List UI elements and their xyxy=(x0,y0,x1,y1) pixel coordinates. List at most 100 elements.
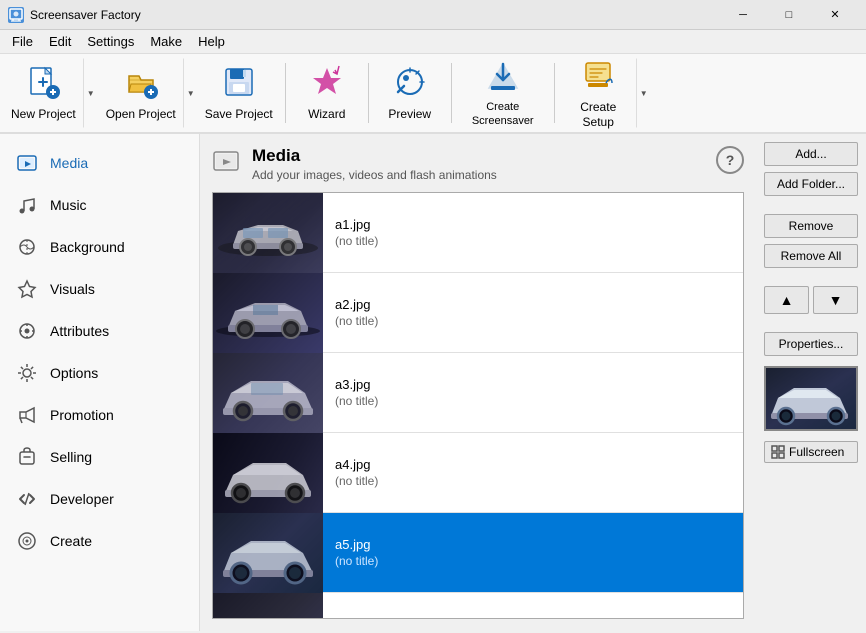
sidebar-item-developer[interactable]: Developer xyxy=(0,478,199,520)
list-item[interactable]: a4.jpg (no title) xyxy=(213,433,743,513)
create-screensaver-icon xyxy=(485,58,521,97)
titlebar-left: Screensaver Factory xyxy=(8,7,141,23)
sidebar-item-options[interactable]: Options xyxy=(0,352,199,394)
minimize-button[interactable]: ─ xyxy=(720,0,766,30)
titlebar: Screensaver Factory ─ □ ✕ xyxy=(0,0,866,30)
add-folder-button[interactable]: Add Folder... xyxy=(764,172,858,196)
sidebar-item-music[interactable]: Music xyxy=(0,184,199,226)
right-panel: Add... Add Folder... Remove Remove All ▲… xyxy=(756,134,866,631)
app-icon xyxy=(8,7,24,23)
create-setup-icon xyxy=(580,57,616,96)
developer-icon xyxy=(16,488,38,510)
panel-separator-3 xyxy=(764,320,858,326)
menu-edit[interactable]: Edit xyxy=(41,32,79,51)
wizard-button[interactable]: Wizard xyxy=(292,58,362,128)
sidebar-item-attributes[interactable]: Attributes xyxy=(0,310,199,352)
fullscreen-button[interactable]: Fullscreen xyxy=(764,441,858,463)
save-project-button[interactable]: Save Project xyxy=(199,58,279,128)
main-layout: Media Music Background xyxy=(0,134,866,631)
sidebar-item-media[interactable]: Media xyxy=(0,142,199,184)
create-setup-dropdown[interactable]: ▼ xyxy=(636,58,650,128)
preview-thumbnail xyxy=(764,366,858,431)
open-project-group: Open Project ▼ xyxy=(99,58,197,128)
new-project-group: New Project ▼ xyxy=(4,58,97,128)
file-thumbnail xyxy=(213,433,323,513)
file-thumbnail xyxy=(213,593,323,620)
file-thumbnail xyxy=(213,193,323,273)
sidebar-item-visuals[interactable]: Visuals xyxy=(0,268,199,310)
file-info: a1.jpg (no title) xyxy=(323,209,735,256)
sidebar-visuals-label: Visuals xyxy=(50,281,95,297)
sidebar-item-promotion[interactable]: Promotion xyxy=(0,394,199,436)
file-name: a6.jpg xyxy=(335,617,723,619)
menu-settings[interactable]: Settings xyxy=(79,32,142,51)
toolbar-separator-4 xyxy=(554,63,555,123)
sidebar: Media Music Background xyxy=(0,134,200,631)
sidebar-item-background[interactable]: Background xyxy=(0,226,199,268)
sidebar-item-create[interactable]: Create xyxy=(0,520,199,562)
remove-button[interactable]: Remove xyxy=(764,214,858,238)
file-list: a1.jpg (no title) xyxy=(212,192,744,619)
content-area: Media Add your images, videos and flash … xyxy=(200,134,756,631)
content-header-icon xyxy=(212,148,240,179)
file-name: a3.jpg xyxy=(335,377,723,392)
file-info: a3.jpg (no title) xyxy=(323,369,735,416)
thumb-image xyxy=(213,353,323,433)
create-screensaver-label: Create Screensaver xyxy=(463,101,543,127)
save-project-icon xyxy=(221,64,257,103)
file-info: a4.jpg (no title) xyxy=(323,449,735,496)
thumb-image xyxy=(213,433,323,513)
thumb-image xyxy=(213,193,323,273)
list-item[interactable]: a6.jpg (no title) xyxy=(213,593,743,619)
sidebar-create-label: Create xyxy=(50,533,92,549)
open-project-button[interactable]: Open Project xyxy=(99,58,183,128)
list-item[interactable]: a1.jpg (no title) xyxy=(213,193,743,273)
menu-help[interactable]: Help xyxy=(190,32,233,51)
create-screensaver-button[interactable]: Create Screensaver xyxy=(458,58,548,128)
remove-all-button[interactable]: Remove All xyxy=(764,244,858,268)
list-item[interactable]: a5.jpg (no title) xyxy=(213,513,743,593)
file-subtitle: (no title) xyxy=(335,394,723,408)
move-up-button[interactable]: ▲ xyxy=(764,286,809,314)
app-title: Screensaver Factory xyxy=(30,8,141,22)
content-title: Media xyxy=(252,146,497,166)
help-button[interactable]: ? xyxy=(716,146,744,174)
list-item[interactable]: a2.jpg (no title) xyxy=(213,273,743,353)
panel-separator xyxy=(764,202,858,208)
sidebar-promotion-label: Promotion xyxy=(50,407,114,423)
preview-label: Preview xyxy=(388,107,431,121)
sidebar-selling-label: Selling xyxy=(50,449,92,465)
create-setup-group: Create Setup ▼ xyxy=(561,58,650,128)
open-project-dropdown[interactable]: ▼ xyxy=(183,58,197,128)
preview-button[interactable]: Preview xyxy=(375,58,445,128)
create-setup-button[interactable]: Create Setup xyxy=(561,58,636,128)
menu-make[interactable]: Make xyxy=(142,32,190,51)
fullscreen-icon xyxy=(771,445,785,459)
menubar: File Edit Settings Make Help xyxy=(0,30,866,54)
move-down-button[interactable]: ▼ xyxy=(813,286,858,314)
new-project-button[interactable]: New Project xyxy=(4,58,83,128)
sidebar-item-selling[interactable]: Selling xyxy=(0,436,199,478)
maximize-button[interactable]: □ xyxy=(766,0,812,30)
list-item[interactable]: a3.jpg (no title) xyxy=(213,353,743,433)
sidebar-options-label: Options xyxy=(50,365,98,381)
fullscreen-label: Fullscreen xyxy=(789,445,844,459)
visuals-icon xyxy=(16,278,38,300)
open-project-icon xyxy=(123,64,159,103)
file-subtitle: (no title) xyxy=(335,474,723,488)
music-icon xyxy=(16,194,38,216)
new-project-icon xyxy=(25,64,61,103)
thumb-image xyxy=(213,513,323,593)
menu-file[interactable]: File xyxy=(4,32,41,51)
titlebar-controls: ─ □ ✕ xyxy=(720,0,858,30)
content-subtitle: Add your images, videos and flash animat… xyxy=(252,168,497,182)
close-button[interactable]: ✕ xyxy=(812,0,858,30)
sidebar-attributes-label: Attributes xyxy=(50,323,109,339)
content-header-text: Media Add your images, videos and flash … xyxy=(252,146,497,182)
add-button[interactable]: Add... xyxy=(764,142,858,166)
new-project-dropdown[interactable]: ▼ xyxy=(83,58,97,128)
wizard-icon xyxy=(309,64,345,103)
open-project-arrow: ▼ xyxy=(187,89,195,98)
file-info: a5.jpg (no title) xyxy=(323,529,735,576)
properties-button[interactable]: Properties... xyxy=(764,332,858,356)
